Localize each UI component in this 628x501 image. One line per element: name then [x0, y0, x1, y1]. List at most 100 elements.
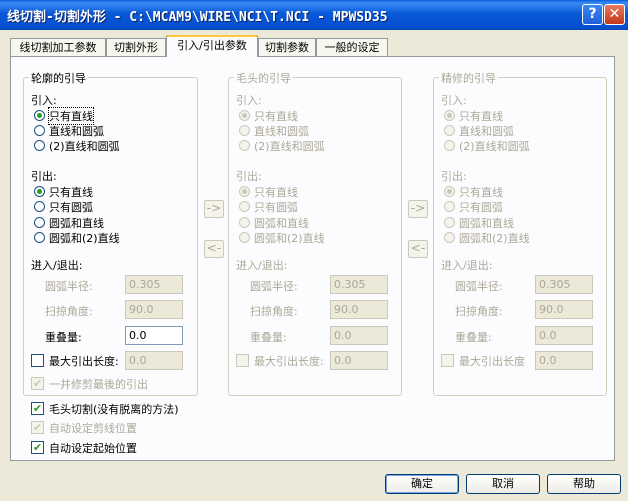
contour-max-lead-out-checkbox[interactable] [31, 354, 44, 367]
auto-cut-position-checkbox[interactable]: ✔ [31, 421, 44, 434]
finish-max-lead-out-label: 最大引出长度 [459, 355, 525, 368]
burr-cut-checkbox[interactable]: ✔ [31, 402, 44, 415]
finish-lead-out-option-1: 只有圆弧 [459, 201, 503, 215]
burr-sweep-angle-field[interactable]: 90.0 [330, 300, 388, 319]
contour-lead-in-radio-1[interactable] [34, 125, 45, 136]
burr-lead-out-radio-0[interactable] [239, 186, 250, 197]
burr-lead-out-option-3: 圆弧和(2)直线 [254, 231, 325, 245]
burr-sweep-angle-label: 扫掠角度: [250, 305, 298, 318]
auto-start-position-label: 自动设定起始位置 [49, 442, 137, 455]
finish-lead-in-radio-0[interactable] [444, 110, 455, 121]
burr-lead-in-radio-1[interactable] [239, 125, 250, 136]
tab-lead-in-out[interactable]: 引入/引出参数 [166, 35, 258, 57]
burr-overlap-field[interactable]: 0.0 [330, 326, 388, 345]
contour-trim-last-label: 一并修剪最後的引出 [49, 378, 148, 391]
burr-max-lead-out-field[interactable]: 0.0 [330, 351, 388, 370]
finish-max-lead-out-field[interactable]: 0.0 [535, 351, 593, 370]
contour-entry-exit-label: 进入/退出: [31, 259, 83, 272]
finish-sweep-angle-label: 扫掠角度: [455, 305, 503, 318]
finish-overlap-field[interactable]: 0.0 [535, 326, 593, 345]
finish-overlap-label: 重叠量: [455, 331, 492, 344]
contour-arc-radius-label: 圆弧半径: [45, 280, 93, 293]
tab-wire-params[interactable]: 线切割加工参数 [10, 38, 106, 56]
burr-lead-in-option-2: (2)直线和圆弧 [254, 140, 325, 153]
burr-max-lead-out-label: 最大引出长度: [254, 355, 324, 368]
tab-general-settings[interactable]: 一般的设定 [316, 38, 388, 56]
contour-lead-out-radio-0[interactable] [34, 186, 45, 197]
burr-lead-in-radio-0[interactable] [239, 110, 250, 121]
contour-trim-last-checkbox[interactable]: ✔ [31, 377, 44, 390]
contour-lead-in-option-1: 直线和圆弧 [49, 125, 104, 138]
burr-overlap-label: 重叠量: [250, 331, 287, 344]
window-title: 线切割-切割外形 - C:\MCAM9\WIRE\NCI\T.NCI - MPW… [7, 10, 388, 25]
burr-lead-out-radio-2[interactable] [239, 216, 250, 228]
contour-sweep-angle-label: 扫掠角度: [45, 305, 93, 318]
contour-max-lead-out-field[interactable]: 0.0 [125, 351, 183, 370]
finish-lead-in-radio-2[interactable] [444, 140, 455, 151]
contour-lead-out-option-3: 圆弧和(2)直线 [49, 231, 120, 245]
burr-lead-in-label: 引入: [236, 94, 262, 107]
finish-lead-out-label: 引出: [441, 170, 467, 183]
finish-lead-out-option-0: 只有直线 [459, 186, 503, 199]
finish-entry-exit-label: 进入/退出: [441, 259, 493, 272]
finish-lead-in-label: 引入: [441, 94, 467, 107]
finish-lead-out-option-3: 圆弧和(2)直线 [459, 231, 530, 245]
ok-button[interactable]: 确定 [385, 474, 459, 494]
close-button[interactable]: ✕ [604, 4, 625, 25]
contour-lead-out-label: 引出: [31, 170, 57, 183]
contour-group-title: 轮廓的引导 [29, 70, 88, 86]
contour-lead-out-option-0: 只有直线 [49, 186, 93, 199]
help-button[interactable]: 帮助 [547, 474, 621, 494]
contour-lead-out-option-2: 圆弧和直线 [49, 216, 104, 230]
contour-overlap-label: 重叠量: [45, 331, 82, 344]
finish-lead-out-radio-2[interactable] [444, 216, 455, 228]
auto-start-position-checkbox[interactable]: ✔ [31, 441, 44, 454]
finish-lead-out-radio-3[interactable] [444, 231, 455, 243]
contour-lead-in-radio-0[interactable] [34, 110, 45, 121]
burr-arc-radius-field[interactable]: 0.305 [330, 275, 388, 294]
finish-lead-in-option-2: (2)直线和圆弧 [459, 140, 530, 153]
contour-lead-in-label: 引入: [31, 94, 57, 107]
contour-lead-in-radio-2[interactable] [34, 140, 45, 151]
tab-cut-contour[interactable]: 切割外形 [106, 38, 166, 56]
contour-arc-radius-field[interactable]: 0.305 [125, 275, 183, 294]
tab-cut-params[interactable]: 切割参数 [258, 38, 316, 56]
contour-lead-in-option-0: 只有直线 [48, 107, 94, 125]
finish-arc-radius-field[interactable]: 0.305 [535, 275, 593, 294]
burr-lead-out-option-1: 只有圆弧 [254, 201, 298, 215]
contour-sweep-angle-field[interactable]: 90.0 [125, 300, 183, 319]
burr-max-lead-out-checkbox[interactable] [236, 354, 249, 367]
contour-lead-out-option-1: 只有圆弧 [49, 201, 93, 215]
copy-left-button-1[interactable]: <- [204, 240, 224, 258]
burr-lead-out-radio-3[interactable] [239, 231, 250, 243]
finish-lead-out-option-2: 圆弧和直线 [459, 216, 514, 230]
copy-right-button-2[interactable]: -> [408, 200, 428, 218]
burr-group-title: 毛头的引导 [234, 70, 293, 86]
contour-lead-out-radio-2[interactable] [34, 216, 45, 228]
copy-left-button-2[interactable]: <- [408, 240, 428, 258]
burr-arc-radius-label: 圆弧半径: [250, 280, 298, 293]
contour-lead-in-option-2: (2)直线和圆弧 [49, 140, 120, 153]
finish-lead-in-option-0: 只有直线 [459, 110, 503, 123]
finish-group-title: 精修的引导 [439, 70, 498, 86]
finish-sweep-angle-field[interactable]: 90.0 [535, 300, 593, 319]
burr-lead-out-option-2: 圆弧和直线 [254, 216, 309, 230]
copy-right-button-1[interactable]: -> [204, 200, 224, 218]
burr-lead-out-label: 引出: [236, 170, 262, 183]
help-title-button[interactable]: ? [582, 4, 603, 25]
finish-lead-in-radio-1[interactable] [444, 125, 455, 136]
finish-max-lead-out-checkbox[interactable] [441, 354, 454, 367]
contour-lead-out-radio-3[interactable] [34, 231, 45, 243]
finish-lead-out-radio-0[interactable] [444, 186, 455, 197]
finish-arc-radius-label: 圆弧半径: [455, 280, 503, 293]
finish-lead-in-option-1: 直线和圆弧 [459, 125, 514, 138]
contour-overlap-field[interactable]: 0.0 [125, 326, 183, 345]
burr-lead-in-option-1: 直线和圆弧 [254, 125, 309, 138]
burr-lead-in-radio-2[interactable] [239, 140, 250, 151]
burr-lead-in-option-0: 只有直线 [254, 110, 298, 123]
contour-max-lead-out-label: 最大引出长度: [49, 355, 119, 368]
auto-cut-position-label: 自动设定剪线位置 [49, 422, 137, 435]
burr-entry-exit-label: 进入/退出: [236, 259, 288, 272]
cancel-button[interactable]: 取消 [466, 474, 540, 494]
burr-lead-out-option-0: 只有直线 [254, 186, 298, 199]
